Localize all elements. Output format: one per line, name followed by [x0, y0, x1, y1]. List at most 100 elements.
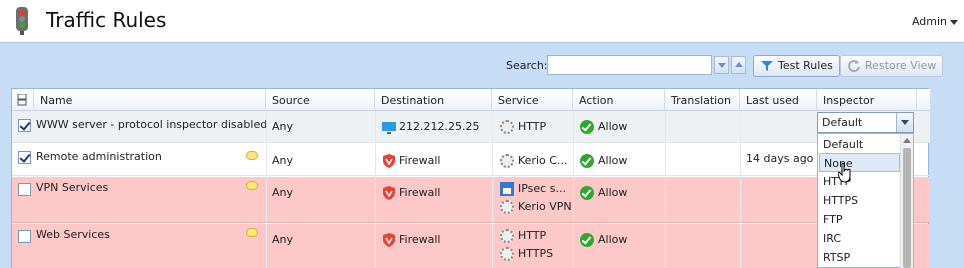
search-label: Search: — [506, 59, 548, 72]
funnel-icon — [761, 61, 773, 71]
inspector-option-none[interactable]: None — [819, 153, 900, 172]
ipsec-icon — [500, 182, 514, 196]
scroll-up-icon[interactable] — [903, 138, 911, 143]
traffic-light-icon — [16, 7, 28, 35]
table-row[interactable]: Remote administration Any Firewall Kerio… — [12, 144, 930, 176]
service-gear-icon — [500, 200, 514, 214]
rule-action: Allow — [598, 154, 628, 167]
rule-enabled-checkbox[interactable] — [18, 119, 31, 132]
restore-view-label: Restore View — [865, 59, 937, 72]
service-gear-icon — [500, 120, 514, 134]
app-header: Traffic Rules Admin — [0, 0, 964, 43]
user-menu[interactable]: Admin — [912, 15, 958, 28]
column-divider — [492, 111, 493, 268]
inspector-option-http[interactable]: HTTP — [819, 172, 900, 191]
column-divider — [375, 111, 376, 268]
search-input[interactable] — [547, 55, 712, 75]
rule-service: HTTP — [518, 120, 547, 133]
rule-destination: Firewall — [399, 186, 441, 199]
rule-action: Allow — [598, 186, 628, 199]
inspector-option-ftp[interactable]: FTP — [819, 210, 900, 229]
firewall-shield-icon — [383, 233, 395, 247]
chevron-down-icon[interactable] — [896, 113, 913, 132]
chevron-down-icon — [950, 19, 958, 25]
firewall-shield-icon — [383, 186, 395, 200]
column-divider — [740, 111, 741, 268]
refresh-icon — [848, 60, 860, 73]
rule-service: IPsec s... — [518, 182, 566, 195]
table-row[interactable]: VPN Services Any Firewall IPsec s... Ker… — [12, 177, 930, 223]
allow-check-icon — [580, 186, 594, 200]
allow-check-icon — [580, 233, 594, 247]
service-gear-icon — [500, 154, 514, 168]
column-name[interactable]: Name — [34, 89, 266, 111]
table-row[interactable]: Web Services Any Firewall HTTP HTTPS All… — [12, 224, 930, 268]
rule-destination: 212.212.25.25 — [399, 120, 480, 133]
comment-icon[interactable] — [246, 151, 258, 160]
column-divider — [266, 111, 267, 268]
rule-enabled-checkbox[interactable] — [18, 183, 31, 196]
rule-enabled-checkbox[interactable] — [18, 151, 31, 164]
search-next-button[interactable] — [714, 56, 729, 74]
page-title: Traffic Rules — [46, 8, 167, 32]
column-last-used[interactable]: Last used — [740, 89, 817, 111]
rule-destination: Firewall — [399, 154, 441, 167]
rule-name: VPN Services — [36, 181, 109, 194]
comment-icon[interactable] — [246, 228, 258, 237]
rule-last-used: 14 days ago — [746, 152, 814, 165]
monitor-icon — [382, 122, 396, 134]
arrow-down-icon — [718, 63, 726, 68]
restore-view-button[interactable]: Restore View — [840, 55, 944, 77]
column-action[interactable]: Action — [573, 89, 665, 111]
rule-service: Kerio C... — [518, 154, 568, 167]
select-all-column[interactable] — [12, 89, 34, 111]
column-destination[interactable]: Destination — [375, 89, 492, 111]
rule-source: Any — [272, 154, 294, 167]
rule-service: HTTP — [518, 229, 547, 242]
dropdown-scrollbar[interactable] — [900, 134, 913, 268]
service-gear-icon — [500, 229, 514, 243]
checkbox-column-icon — [17, 93, 27, 106]
test-rules-button[interactable]: Test Rules — [753, 55, 840, 77]
column-divider — [665, 111, 666, 268]
hand-cursor-icon — [838, 163, 851, 183]
arrow-up-icon — [735, 62, 743, 67]
column-divider — [573, 111, 574, 268]
inspector-dropdown: Default None HTTP HTTPS FTP IRC RTSP — [817, 133, 914, 268]
test-rules-label: Test Rules — [778, 59, 833, 72]
table-header: Name Source Destination Service Action T… — [12, 89, 930, 111]
rule-destination: Firewall — [399, 233, 441, 246]
column-translation[interactable]: Translation — [665, 89, 740, 111]
toolbar: Search: Test Rules Restore View — [0, 44, 964, 84]
rule-name: Remote administration — [36, 150, 162, 163]
column-inspector[interactable]: Inspector — [817, 89, 917, 111]
inspector-option-irc[interactable]: IRC — [819, 229, 900, 248]
rule-name: Web Services — [36, 228, 110, 241]
rule-name: WWW server - protocol inspector disabled — [36, 118, 268, 131]
column-source[interactable]: Source — [266, 89, 375, 111]
rules-table: Name Source Destination Service Action T… — [11, 88, 930, 268]
service-gear-icon — [500, 247, 514, 261]
rule-source: Any — [272, 186, 294, 199]
rule-source: Any — [272, 233, 294, 246]
inspector-selected-value: Default — [822, 116, 863, 129]
search-prev-button[interactable] — [731, 56, 746, 74]
allow-check-icon — [580, 154, 594, 168]
firewall-shield-icon — [383, 154, 395, 168]
scrollbar-thumb[interactable] — [903, 148, 911, 268]
rule-service-2: Kerio VPN — [518, 200, 572, 213]
inspector-select[interactable]: Default — [817, 112, 914, 133]
user-menu-label: Admin — [911, 15, 947, 28]
inspector-option-https[interactable]: HTTPS — [819, 191, 900, 210]
rule-source: Any — [272, 120, 294, 133]
column-service[interactable]: Service — [492, 89, 573, 111]
inspector-option-default[interactable]: Default — [819, 135, 900, 154]
table-row[interactable]: WWW server - protocol inspector disabled… — [12, 111, 930, 143]
rule-enabled-checkbox[interactable] — [18, 230, 31, 243]
rule-action: Allow — [598, 233, 628, 246]
inspector-option-rtsp[interactable]: RTSP — [819, 248, 900, 267]
allow-check-icon — [580, 120, 594, 134]
rule-service-2: HTTPS — [518, 247, 554, 260]
comment-icon[interactable] — [246, 181, 258, 190]
rule-action: Allow — [598, 120, 628, 133]
